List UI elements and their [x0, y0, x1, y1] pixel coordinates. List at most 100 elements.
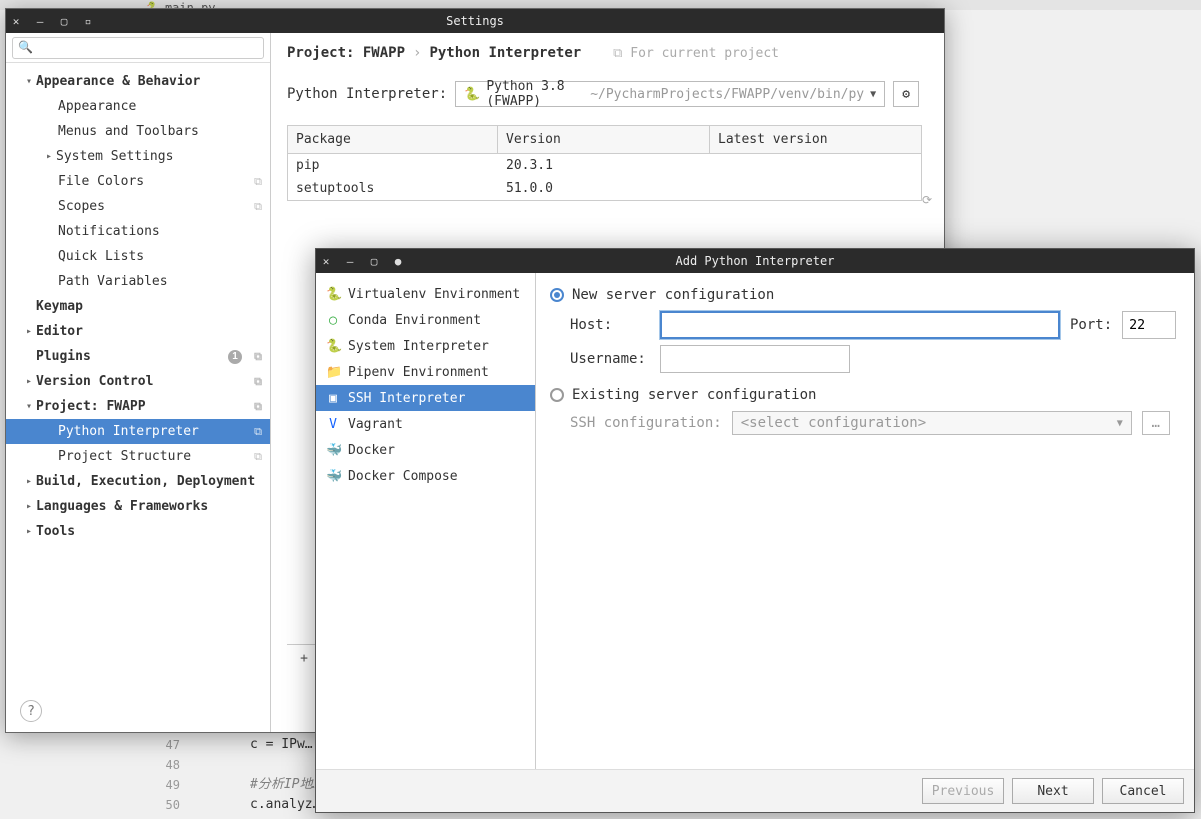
interpreter-dropdown[interactable]: 🐍 Python 3.8 (FWAPP) ~/PycharmProjects/F…: [455, 81, 885, 107]
environment-type-list: 🐍Virtualenv Environment ◯Conda Environme…: [316, 273, 536, 769]
project-scope-icon: ⧉: [254, 175, 262, 189]
tree-python-interpreter[interactable]: Python Interpreter⧉: [6, 419, 270, 444]
docker-icon: 🐳: [326, 443, 340, 458]
next-button[interactable]: Next: [1012, 778, 1094, 804]
loading-spinner-icon: ⟳: [922, 193, 932, 207]
conda-icon: ◯: [326, 313, 340, 328]
vagrant-icon: V: [326, 417, 340, 432]
tree-project[interactable]: ▾Project: FWAPP⧉: [6, 394, 270, 419]
minimize-icon[interactable]: —: [344, 255, 356, 268]
browse-button[interactable]: …: [1142, 411, 1170, 435]
chevron-down-icon: ▼: [870, 89, 876, 100]
env-vagrant[interactable]: VVagrant: [316, 411, 535, 437]
settings-tree: ▾Appearance & Behavior Appearance Menus …: [6, 63, 270, 732]
close-icon[interactable]: ✕: [320, 255, 332, 268]
username-input[interactable]: [660, 345, 850, 373]
host-label: Host:: [570, 317, 650, 333]
settings-title: Settings: [446, 14, 504, 28]
radio-new-server[interactable]: New server configuration: [550, 287, 1180, 303]
tree-languages[interactable]: ▸Languages & Frameworks: [6, 494, 270, 519]
cancel-button[interactable]: Cancel: [1102, 778, 1184, 804]
tree-quick-lists[interactable]: Quick Lists: [6, 244, 270, 269]
tree-scopes[interactable]: Scopes⧉: [6, 194, 270, 219]
search-icon: 🔍: [18, 40, 33, 54]
tree-appearance[interactable]: Appearance: [6, 94, 270, 119]
packages-table: Package Version Latest version pip 20.3.…: [287, 125, 922, 201]
radio-existing-server-label: Existing server configuration: [572, 387, 816, 403]
restore-icon[interactable]: ▫: [82, 15, 94, 28]
ssh-config-label: SSH configuration:: [570, 415, 722, 431]
previous-button[interactable]: Previous: [922, 778, 1004, 804]
env-ssh[interactable]: ▣SSH Interpreter: [316, 385, 535, 411]
chevron-right-icon: ›: [413, 45, 421, 61]
project-scope-icon: ⧉: [613, 46, 622, 61]
env-docker[interactable]: 🐳Docker: [316, 437, 535, 463]
col-latest[interactable]: Latest version: [710, 126, 921, 153]
table-row[interactable]: pip 20.3.1: [288, 154, 921, 177]
tree-project-structure[interactable]: Project Structure⧉: [6, 444, 270, 469]
dot-icon[interactable]: ●: [392, 255, 404, 268]
settings-sidebar: 🔍 ▾Appearance & Behavior Appearance Menu…: [6, 33, 271, 732]
tree-system-settings[interactable]: ▸System Settings: [6, 144, 270, 169]
docker-icon: 🐳: [326, 469, 340, 484]
interpreter-path: ~/PycharmProjects/FWAPP/venv/bin/py: [590, 87, 864, 102]
add-interpreter-dialog: ✕ — ▢ ● Add Python Interpreter 🐍Virtuale…: [315, 248, 1195, 813]
ssh-config-dropdown[interactable]: <select configuration>▼: [732, 411, 1132, 435]
col-package[interactable]: Package: [288, 126, 498, 153]
crumb-project: Project: FWAPP: [287, 45, 405, 61]
col-version[interactable]: Version: [498, 126, 710, 153]
tree-version-control[interactable]: ▸Version Control⧉: [6, 369, 270, 394]
tree-editor[interactable]: ▸Editor: [6, 319, 270, 344]
tree-plugins[interactable]: Plugins1⧉: [6, 344, 270, 369]
ssh-interpreter-form: New server configuration Host: Port: Use…: [536, 273, 1194, 769]
settings-search: 🔍: [6, 33, 270, 63]
tree-path-variables[interactable]: Path Variables: [6, 269, 270, 294]
editor-gutter: 47484950: [125, 735, 180, 815]
add-interpreter-titlebar: ✕ — ▢ ● Add Python Interpreter: [316, 249, 1194, 273]
env-conda[interactable]: ◯Conda Environment: [316, 307, 535, 333]
tree-file-colors[interactable]: File Colors⧉: [6, 169, 270, 194]
env-pipenv[interactable]: 📁Pipenv Environment: [316, 359, 535, 385]
host-input[interactable]: [660, 311, 1060, 339]
plugins-badge: 1: [228, 350, 242, 364]
radio-new-server-label: New server configuration: [572, 287, 774, 303]
python-icon: 🐍: [464, 87, 480, 102]
tree-menus-toolbars[interactable]: Menus and Toolbars: [6, 119, 270, 144]
chevron-down-icon: ▼: [1117, 418, 1123, 429]
tree-keymap[interactable]: Keymap: [6, 294, 270, 319]
add-package-button[interactable]: +: [293, 648, 315, 670]
dialog-button-row: Previous Next Cancel: [316, 769, 1194, 812]
port-label: Port:: [1070, 317, 1112, 333]
minimize-icon[interactable]: —: [34, 15, 46, 28]
search-input[interactable]: [12, 37, 264, 59]
crumb-page: Python Interpreter: [429, 45, 581, 61]
python-icon: 🐍: [326, 339, 340, 354]
table-row[interactable]: setuptools 51.0.0: [288, 177, 921, 200]
tree-build[interactable]: ▸Build, Execution, Deployment: [6, 469, 270, 494]
breadcrumb: Project: FWAPP › Python Interpreter ⧉ Fo…: [287, 45, 928, 61]
tree-notifications[interactable]: Notifications: [6, 219, 270, 244]
project-scope-icon: ⧉: [254, 400, 262, 414]
radio-icon: [550, 288, 564, 302]
project-scope-icon: ⧉: [254, 425, 262, 439]
env-system[interactable]: 🐍System Interpreter: [316, 333, 535, 359]
maximize-icon[interactable]: ▢: [368, 255, 380, 268]
interpreter-settings-button[interactable]: ⚙: [893, 81, 919, 107]
radio-icon: [550, 388, 564, 402]
editor-code: c = IPw… #分析IP地…c.analyz…: [250, 735, 320, 815]
terminal-icon: ▣: [326, 391, 340, 406]
project-scope-icon: ⧉: [254, 450, 262, 464]
close-icon[interactable]: ✕: [10, 15, 22, 28]
interpreter-label: Python Interpreter:: [287, 86, 447, 102]
username-label: Username:: [570, 351, 650, 367]
project-scope-icon: ⧉: [254, 350, 262, 364]
port-input[interactable]: [1122, 311, 1176, 339]
radio-existing-server[interactable]: Existing server configuration: [550, 387, 1180, 403]
maximize-icon[interactable]: ▢: [58, 15, 70, 28]
env-docker-compose[interactable]: 🐳Docker Compose: [316, 463, 535, 489]
tree-appearance-behavior[interactable]: ▾Appearance & Behavior: [6, 69, 270, 94]
help-button[interactable]: ?: [20, 700, 42, 722]
tree-tools[interactable]: ▸Tools: [6, 519, 270, 544]
python-icon: 🐍: [326, 287, 340, 302]
env-virtualenv[interactable]: 🐍Virtualenv Environment: [316, 281, 535, 307]
